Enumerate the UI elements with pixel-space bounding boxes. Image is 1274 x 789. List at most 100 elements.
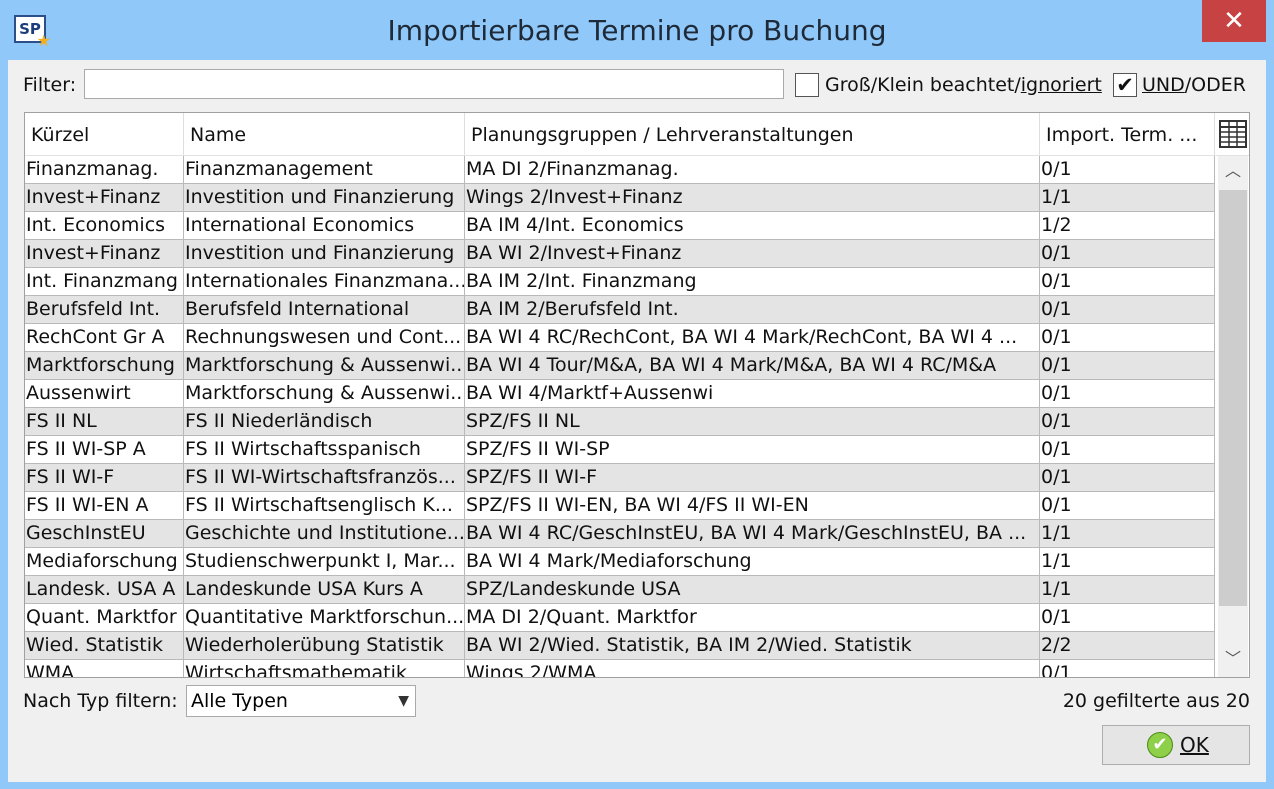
cell-name: Investition und Finanzierung <box>184 184 465 211</box>
cell-planungsgruppen: BA WI 4 RC/GeschInstEU, BA WI 4 Mark/Ges… <box>465 520 1040 547</box>
cell-name: Berufsfeld International <box>184 296 465 323</box>
scroll-up-icon[interactable]: ︿ <box>1218 156 1248 186</box>
column-header-import-termine[interactable]: Import. Term. ... <box>1040 113 1215 155</box>
cell-planungsgruppen: BA IM 4/Int. Economics <box>465 212 1040 239</box>
close-icon: ✕ <box>1223 6 1245 36</box>
table-row[interactable]: FS II WI-SP A FS II Wirtschaftsspanisch SP… <box>25 436 1215 464</box>
cell-name: FS II Niederländisch <box>184 408 465 435</box>
table-row[interactable]: Invest+Finanz Investition und Finanzierun… <box>25 184 1215 212</box>
cell-import-termine: 1/2 <box>1040 212 1215 239</box>
table-row[interactable]: Wied. Statistik Wiederholerübung Statisti… <box>25 632 1215 660</box>
checkmark-icon: ✔ <box>1116 73 1134 97</box>
table-row[interactable]: WMA Wirtschaftsmathematik Wings 2/WMA 0/1 <box>25 660 1215 677</box>
cell-import-termine: 0/1 <box>1040 156 1215 183</box>
cell-kuerzel: WMA <box>25 660 184 677</box>
type-filter-label: Nach Typ filtern: <box>23 690 178 712</box>
cell-planungsgruppen: Wings 2/Invest+Finanz <box>465 184 1040 211</box>
cell-import-termine: 1/1 <box>1040 576 1215 603</box>
table-row[interactable]: RechCont Gr A Rechnungswesen und Cont... B… <box>25 324 1215 352</box>
cell-planungsgruppen: BA IM 2/Int. Finanzmang <box>465 268 1040 295</box>
filter-input[interactable] <box>84 69 784 99</box>
cell-import-termine: 0/1 <box>1040 352 1215 379</box>
cell-planungsgruppen: BA WI 4 RC/RechCont, BA WI 4 Mark/RechCo… <box>465 324 1040 351</box>
cell-kuerzel: Int. Economics <box>25 212 184 239</box>
case-sensitivity-label[interactable]: Groß/Klein beachtet/ignoriert <box>825 74 1102 96</box>
table-row[interactable]: Aussenwirt Marktforschung & Aussenwi... BA… <box>25 380 1215 408</box>
cell-import-termine: 0/1 <box>1040 464 1215 491</box>
table-row[interactable]: Int. Finanzmang Internationales Finanzman… <box>25 268 1215 296</box>
cell-import-termine: 0/1 <box>1040 408 1215 435</box>
cell-name: Marktforschung & Aussenwi... <box>184 352 465 379</box>
table-row[interactable]: FS II WI-F FS II WI-Wirtschaftsfranzös...… <box>25 464 1215 492</box>
cell-import-termine: 0/1 <box>1040 436 1215 463</box>
and-or-label[interactable]: UND/ODER <box>1142 74 1246 96</box>
or-text: /ODER <box>1184 74 1246 96</box>
dialog-window: SP ★ Importierbare Termine pro Buchung ✕… <box>0 0 1274 789</box>
cell-name: FS II Wirtschaftsspanisch <box>184 436 465 463</box>
cell-name: Wirtschaftsmathematik <box>184 660 465 677</box>
cell-kuerzel: Mediaforschung <box>25 548 184 575</box>
cell-kuerzel: FS II WI-F <box>25 464 184 491</box>
cell-import-termine: 1/1 <box>1040 548 1215 575</box>
cell-import-termine: 0/1 <box>1040 492 1215 519</box>
table-row[interactable]: Landesk. USA A Landeskunde USA Kurs A SPZ/… <box>25 576 1215 604</box>
table-row[interactable]: GeschInstEU Geschichte und Institutione..… <box>25 520 1215 548</box>
cell-kuerzel: FS II WI-SP A <box>25 436 184 463</box>
column-header-planungsgruppen[interactable]: Planungsgruppen / Lehrveranstaltungen <box>465 113 1040 155</box>
cell-planungsgruppen: SPZ/FS II WI-EN, BA WI 4/FS II WI-EN <box>465 492 1040 519</box>
cell-import-termine: 2/2 <box>1040 632 1215 659</box>
table-header: Kürzel Name Planungsgruppen / Lehrverans… <box>25 113 1249 156</box>
checkmark-circle-icon: ✔ <box>1147 732 1173 758</box>
cell-import-termine: 0/1 <box>1040 296 1215 323</box>
scroll-down-icon[interactable]: ﹀ <box>1218 644 1248 674</box>
cell-name: FS II WI-Wirtschaftsfranzös... <box>184 464 465 491</box>
cell-name: Wiederholerübung Statistik <box>184 632 465 659</box>
and-or-checkbox[interactable]: ✔ <box>1113 73 1137 97</box>
cell-name: Quantitative Marktforschun... <box>184 604 465 631</box>
cell-planungsgruppen: Wings 2/WMA <box>465 660 1040 677</box>
table-row[interactable]: Mediaforschung Studienschwerpunkt I, Mar.… <box>25 548 1215 576</box>
table-row[interactable]: FS II WI-EN A FS II Wirtschaftsenglisch K… <box>25 492 1215 520</box>
cell-import-termine: 0/1 <box>1040 240 1215 267</box>
table-row[interactable]: Quant. Marktfor Quantitative Marktforschu… <box>25 604 1215 632</box>
table-row[interactable]: Int. Economics International Economics BA … <box>25 212 1215 240</box>
table-row[interactable]: Marktforschung Marktforschung & Aussenwi.… <box>25 352 1215 380</box>
cell-kuerzel: Invest+Finanz <box>25 240 184 267</box>
cell-import-termine: 0/1 <box>1040 268 1215 295</box>
column-header-kuerzel[interactable]: Kürzel <box>25 113 184 155</box>
close-button[interactable]: ✕ <box>1202 0 1266 42</box>
table-row[interactable]: Berufsfeld Int. Berufsfeld International B… <box>25 296 1215 324</box>
ok-button-label: OK <box>1180 733 1209 757</box>
cell-planungsgruppen: SPZ/FS II WI-F <box>465 464 1040 491</box>
table-row[interactable]: FS II NL FS II Niederländisch SPZ/FS II NL… <box>25 408 1215 436</box>
cell-planungsgruppen: MA DI 2/Finanzmanag. <box>465 156 1040 183</box>
cell-name: FS II Wirtschaftsenglisch K... <box>184 492 465 519</box>
cell-planungsgruppen: BA WI 4 Mark/Mediaforschung <box>465 548 1040 575</box>
vertical-scrollbar[interactable]: ︿ ﹀ <box>1218 156 1248 677</box>
ok-button[interactable]: ✔ OK <box>1102 725 1250 765</box>
cell-planungsgruppen: BA IM 2/Berufsfeld Int. <box>465 296 1040 323</box>
filter-label: Filter: <box>23 74 77 96</box>
case-sensitivity-checkbox[interactable] <box>795 73 819 97</box>
cell-name: Studienschwerpunkt I, Mar... <box>184 548 465 575</box>
scrollbar-thumb[interactable] <box>1219 190 1247 606</box>
cell-kuerzel: Landesk. USA A <box>25 576 184 603</box>
table-row[interactable]: Finanzmanag. Finanzmanagement MA DI 2/Fina… <box>25 156 1215 184</box>
column-chooser-icon[interactable] <box>1218 119 1248 149</box>
cell-kuerzel: Finanzmanag. <box>25 156 184 183</box>
cell-import-termine: 1/1 <box>1040 184 1215 211</box>
cell-planungsgruppen: SPZ/FS II WI-SP <box>465 436 1040 463</box>
and-text: UND <box>1142 74 1185 96</box>
cell-name: Investition und Finanzierung <box>184 240 465 267</box>
type-filter-select[interactable]: Alle Typen ▼ <box>186 685 416 717</box>
cell-kuerzel: Quant. Marktfor <box>25 604 184 631</box>
column-header-name[interactable]: Name <box>184 113 465 155</box>
table-body: Finanzmanag. Finanzmanagement MA DI 2/Fina… <box>25 156 1215 677</box>
cell-planungsgruppen: BA WI 2/Invest+Finanz <box>465 240 1040 267</box>
cell-name: Marktforschung & Aussenwi... <box>184 380 465 407</box>
cell-kuerzel: GeschInstEU <box>25 520 184 547</box>
cell-name: Finanzmanagement <box>184 156 465 183</box>
table-row[interactable]: Invest+Finanz Investition und Finanzierun… <box>25 240 1215 268</box>
cell-planungsgruppen: MA DI 2/Quant. Marktfor <box>465 604 1040 631</box>
cell-name: Landeskunde USA Kurs A <box>184 576 465 603</box>
